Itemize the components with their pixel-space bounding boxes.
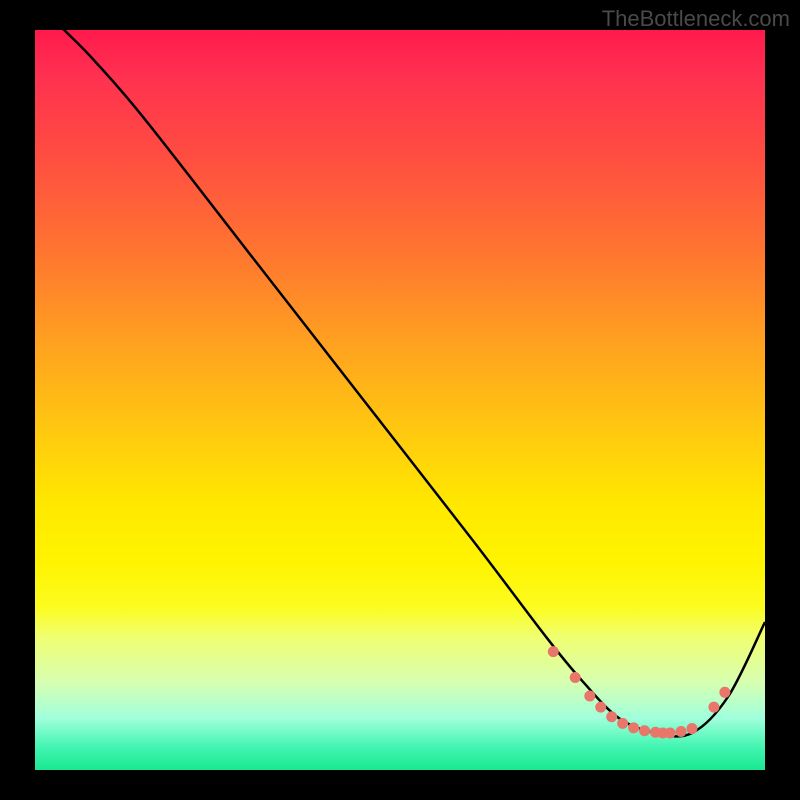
chart-marker-dot bbox=[719, 687, 730, 698]
chart-line bbox=[35, 30, 765, 736]
chart-svg bbox=[35, 30, 765, 770]
chart-marker-dot bbox=[708, 702, 719, 713]
chart-marker-dot bbox=[570, 672, 581, 683]
chart-marker-dot bbox=[628, 722, 639, 733]
chart-marker-dot bbox=[639, 725, 650, 736]
chart-marker-dot bbox=[606, 711, 617, 722]
chart-marker-dot bbox=[676, 726, 687, 737]
chart-marker-dot bbox=[595, 702, 606, 713]
chart-plot-area bbox=[35, 30, 765, 770]
watermark-text: TheBottleneck.com bbox=[602, 6, 790, 32]
chart-marker-dot bbox=[617, 718, 628, 729]
chart-marker-dot bbox=[584, 691, 595, 702]
chart-marker-dot bbox=[665, 728, 676, 739]
chart-marker-dot bbox=[548, 646, 559, 657]
chart-marker-dot bbox=[687, 723, 698, 734]
